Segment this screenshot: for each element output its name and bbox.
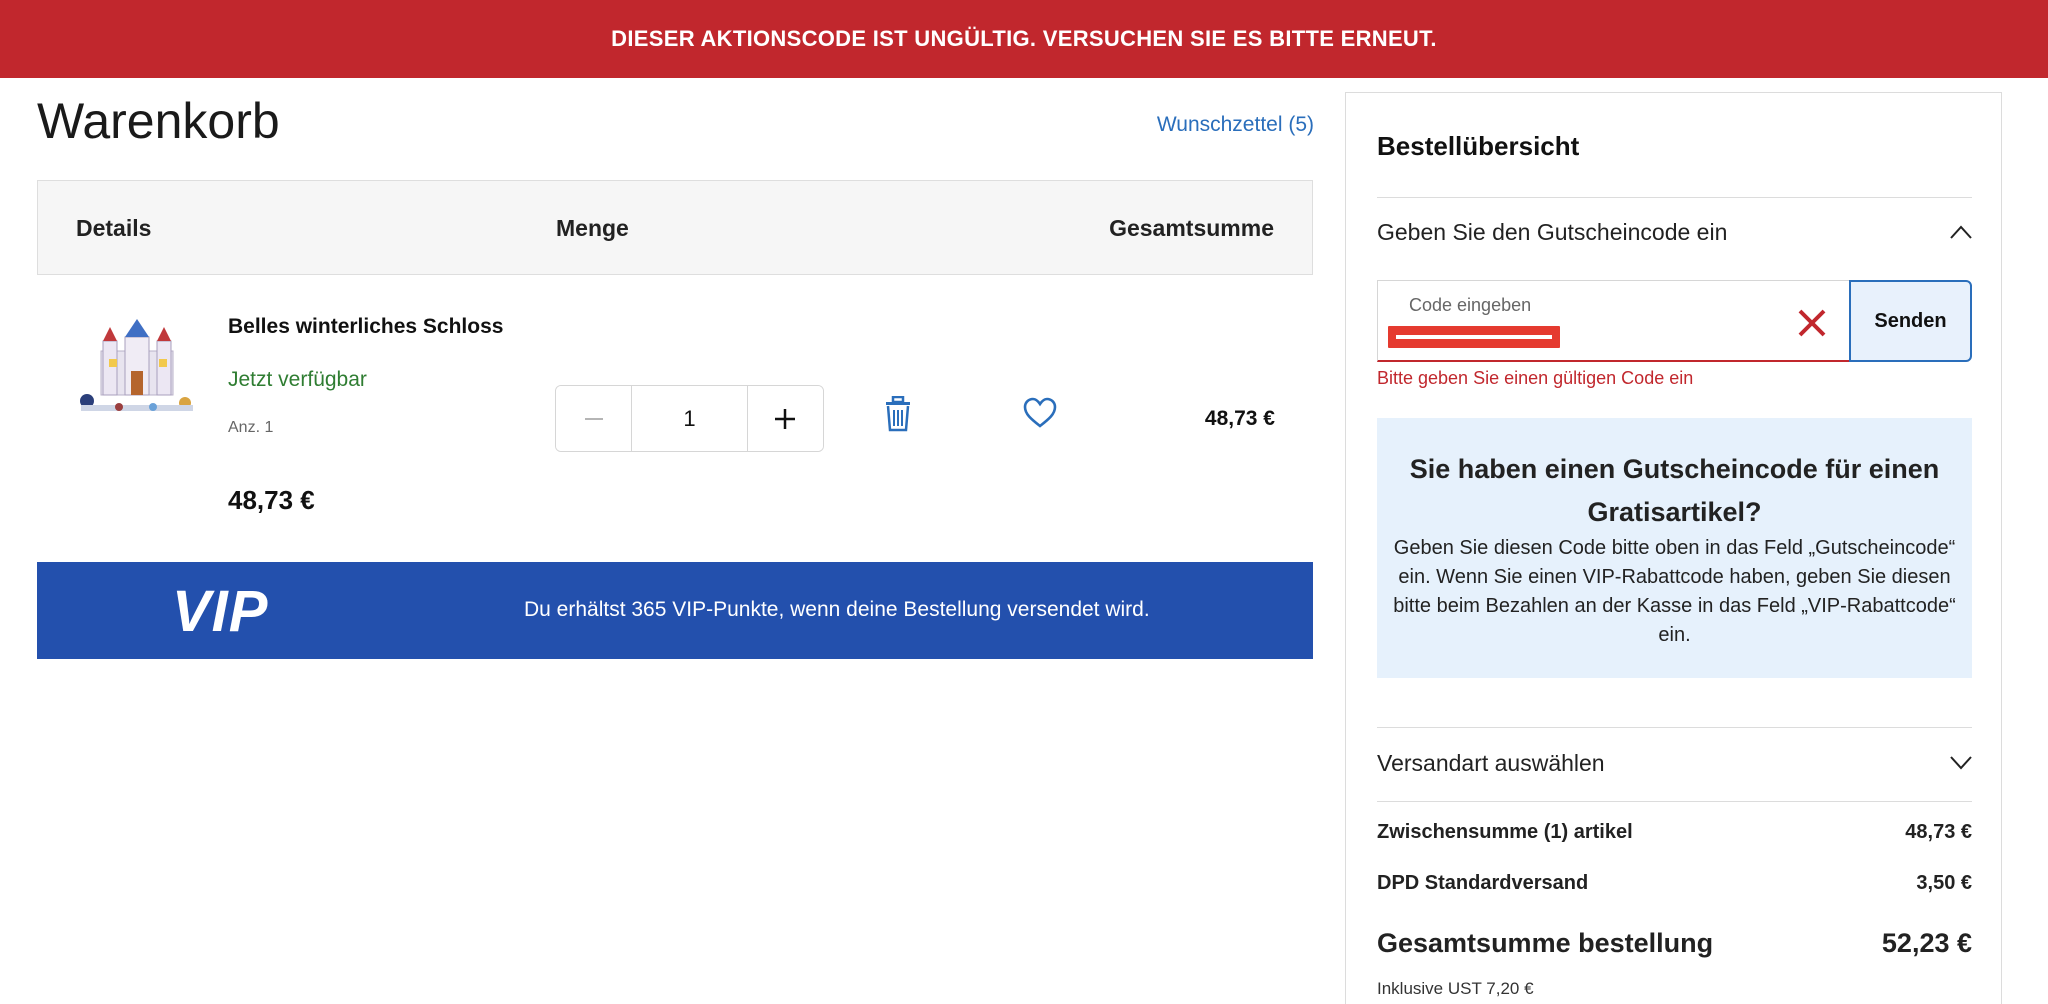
subtotal-label: Zwischensumme (1) artikel [1377,821,1633,843]
minus-icon [584,417,603,420]
vip-logo: VIP [172,579,269,644]
grand-total-value: 52,23 € [1881,928,1972,958]
column-header-total: Gesamtsumme [1109,215,1274,241]
product-image[interactable] [73,313,201,421]
increase-quantity-button[interactable] [747,386,823,451]
vat-note: Inklusive UST 7,20 € [1377,979,1534,998]
heart-icon[interactable] [1023,397,1057,429]
vip-points-message: Du erhältst 365 VIP-Punkte, wenn deine B… [524,598,1150,621]
cart-item-row: Belles winterliches Schloss Jetzt verfüg… [37,275,1313,562]
quantity-input[interactable]: 1 [631,386,748,451]
product-price: 48,73 € [228,485,315,515]
shipping-toggle-label: Versandart auswählen [1377,750,1605,776]
close-icon[interactable] [1797,308,1827,338]
column-header-quantity: Menge [556,215,629,241]
subtotal-value: 48,73 € [1905,821,1972,843]
submit-coupon-button[interactable]: Senden [1849,280,1972,362]
page-title: Warenkorb [37,93,280,149]
order-summary-panel: Bestellübersicht Geben Sie den Gutschein… [1345,92,2002,1004]
divider [1377,801,1972,802]
quantity-stepper: 1 [555,385,824,452]
divider [1377,727,1972,728]
shipping-method-toggle[interactable]: Versandart auswählen [1377,750,1972,784]
trash-icon[interactable] [883,396,913,432]
wishlist-link[interactable]: Wunschzettel (5) [1157,113,1314,137]
coupon-code-input[interactable]: Code eingeben [1377,280,1852,362]
order-summary-title: Bestellübersicht [1377,131,1580,161]
grand-total-label: Gesamtsumme bestellung [1377,928,1714,958]
cart-table-header: Details Menge Gesamtsumme [37,180,1313,275]
error-banner-text: DIESER AKTIONSCODE IST UNGÜLTIG. VERSUCH… [611,26,1437,51]
redacted-code-value [1388,326,1560,348]
divider [1377,197,1972,198]
item-quantity-label: Anz. 1 [228,419,274,436]
gift-code-info-box: Sie haben einen Gutscheincode für einen … [1377,418,1972,678]
decrease-quantity-button[interactable] [556,386,632,451]
shipping-value: 3,50 € [1916,872,1972,894]
chevron-up-icon [1950,225,1972,239]
vip-banner: VIP Du erhältst 365 VIP-Punkte, wenn dei… [37,562,1313,659]
error-banner: DIESER AKTIONSCODE IST UNGÜLTIG. VERSUCH… [0,0,2048,78]
gift-info-text: Geben Sie diesen Code bitte oben in das … [1393,537,1956,646]
product-name[interactable]: Belles winterliches Schloss [228,315,503,339]
coupon-section-toggle[interactable]: Geben Sie den Gutscheincode ein [1377,219,1972,253]
coupon-input-placeholder: Code eingeben [1409,295,1532,315]
plus-icon [775,408,796,429]
shipping-label: DPD Standardversand [1377,872,1589,894]
column-header-details: Details [76,215,152,241]
chevron-down-icon [1950,756,1972,770]
coupon-error-message: Bitte geben Sie einen gültigen Code ein [1377,368,1694,388]
availability-status: Jetzt verfügbar [228,368,367,391]
coupon-toggle-label: Geben Sie den Gutscheincode ein [1377,219,1728,245]
line-total: 48,73 € [1204,407,1275,430]
gift-info-title: Sie haben einen Gutscheincode für einen … [1409,454,1940,527]
